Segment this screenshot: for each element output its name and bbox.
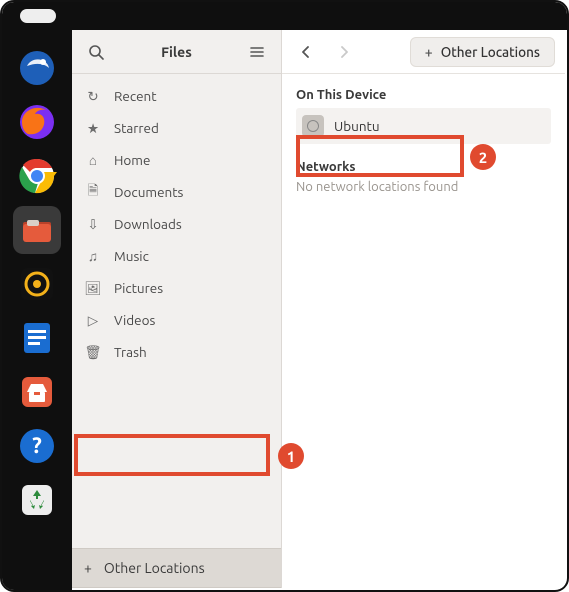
dock-libreoffice[interactable] [13, 314, 61, 362]
networks-section-label: Networks [296, 160, 551, 174]
sidebar-other-locations[interactable]: + Other Locations [72, 548, 281, 588]
hdd-icon [302, 115, 324, 137]
pictures-icon: 🖼 [84, 280, 102, 297]
location-label: Other Locations [441, 44, 540, 60]
trash-icon: 🗑 [84, 344, 102, 361]
music-icon: ♫ [84, 248, 102, 264]
chrome-icon [17, 156, 57, 196]
sidebar-item-starred[interactable]: ★ Starred [72, 112, 281, 144]
chevron-left-icon [300, 46, 312, 58]
sidebar-item-trash[interactable]: 🗑 Trash [72, 336, 281, 368]
search-button[interactable] [84, 40, 108, 64]
app-title: Files [161, 44, 192, 60]
sidebar-item-label: Music [114, 248, 149, 264]
search-icon [88, 44, 104, 60]
nav-forward-button[interactable] [330, 38, 358, 66]
sidebar-item-videos[interactable]: ▷ Videos [72, 304, 281, 336]
dock-trash[interactable] [13, 476, 61, 524]
clock-icon: ↻ [84, 88, 102, 105]
volume-name: Ubuntu [334, 118, 380, 134]
thunderbird-icon [17, 48, 57, 88]
networks-empty-text: No network locations found [296, 180, 551, 194]
sidebar-item-label: Trash [114, 344, 147, 360]
sidebar-item-downloads[interactable]: ⇩ Downloads [72, 208, 281, 240]
sidebar-item-label: Other Locations [104, 560, 205, 576]
main-body: On This Device Ubuntu Networks No networ… [282, 74, 565, 204]
hamburger-menu[interactable] [245, 40, 269, 64]
sidebar-item-label: Starred [114, 120, 159, 136]
dock: ? [2, 30, 72, 590]
topbar-activities-pill[interactable] [20, 9, 56, 23]
location-pill[interactable]: + Other Locations [410, 37, 555, 67]
recycle-icon [17, 480, 57, 520]
dock-chrome[interactable] [13, 152, 61, 200]
sidebar-item-label: Pictures [114, 280, 163, 296]
device-section-label: On This Device [296, 88, 551, 102]
libreoffice-icon [17, 318, 57, 358]
star-icon: ★ [84, 120, 102, 137]
home-icon: ⌂ [84, 152, 102, 168]
software-icon [17, 372, 57, 412]
nav-back-button[interactable] [292, 38, 320, 66]
sidebar-item-label: Videos [114, 312, 155, 328]
dock-files[interactable] [13, 206, 61, 254]
files-window: Files ↻ Recent ★ Starred ⌂ Home 🗎 Documents … [72, 30, 565, 588]
screen: ? Files ↻ Recent ★ Starred ⌂ Home 🗎 Document… [0, 0, 569, 592]
sidebar-item-label: Documents [114, 184, 183, 200]
sidebar-item-recent[interactable]: ↻ Recent [72, 80, 281, 112]
volume-ubuntu[interactable]: Ubuntu [296, 108, 551, 144]
downloads-icon: ⇩ [84, 216, 102, 233]
dock-thunderbird[interactable] [13, 44, 61, 92]
sidebar-item-home[interactable]: ⌂ Home [72, 144, 281, 176]
firefox-icon [17, 102, 57, 142]
help-icon: ? [17, 426, 57, 466]
menu-icon [249, 44, 265, 60]
sidebar-item-label: Recent [114, 88, 157, 104]
sidebar-item-music[interactable]: ♫ Music [72, 240, 281, 272]
files-icon [17, 210, 57, 250]
sidebar-header: Files [72, 30, 281, 74]
plus-icon: + [425, 44, 433, 60]
sidebar-item-documents[interactable]: 🗎 Documents [72, 176, 281, 208]
sidebar-list: ↻ Recent ★ Starred ⌂ Home 🗎 Documents ⇩ Downl… [72, 74, 281, 540]
sidebar-item-label: Downloads [114, 216, 182, 232]
sidebar-item-label: Home [114, 152, 150, 168]
chevron-right-icon [338, 46, 350, 58]
dock-rhythmbox[interactable] [13, 260, 61, 308]
documents-icon: 🗎 [84, 181, 102, 204]
dock-firefox[interactable] [13, 98, 61, 146]
videos-icon: ▷ [84, 312, 102, 329]
dock-software[interactable] [13, 368, 61, 416]
dock-help[interactable]: ? [13, 422, 61, 470]
svg-text:?: ? [32, 433, 42, 458]
sidebar: Files ↻ Recent ★ Starred ⌂ Home 🗎 Documents … [72, 30, 282, 588]
plus-icon: + [84, 560, 92, 576]
main-pane: + Other Locations On This Device Ubuntu … [282, 30, 565, 588]
main-header: + Other Locations [282, 30, 565, 74]
speaker-icon [17, 264, 57, 304]
gnome-topbar [2, 2, 567, 30]
sidebar-item-pictures[interactable]: 🖼 Pictures [72, 272, 281, 304]
